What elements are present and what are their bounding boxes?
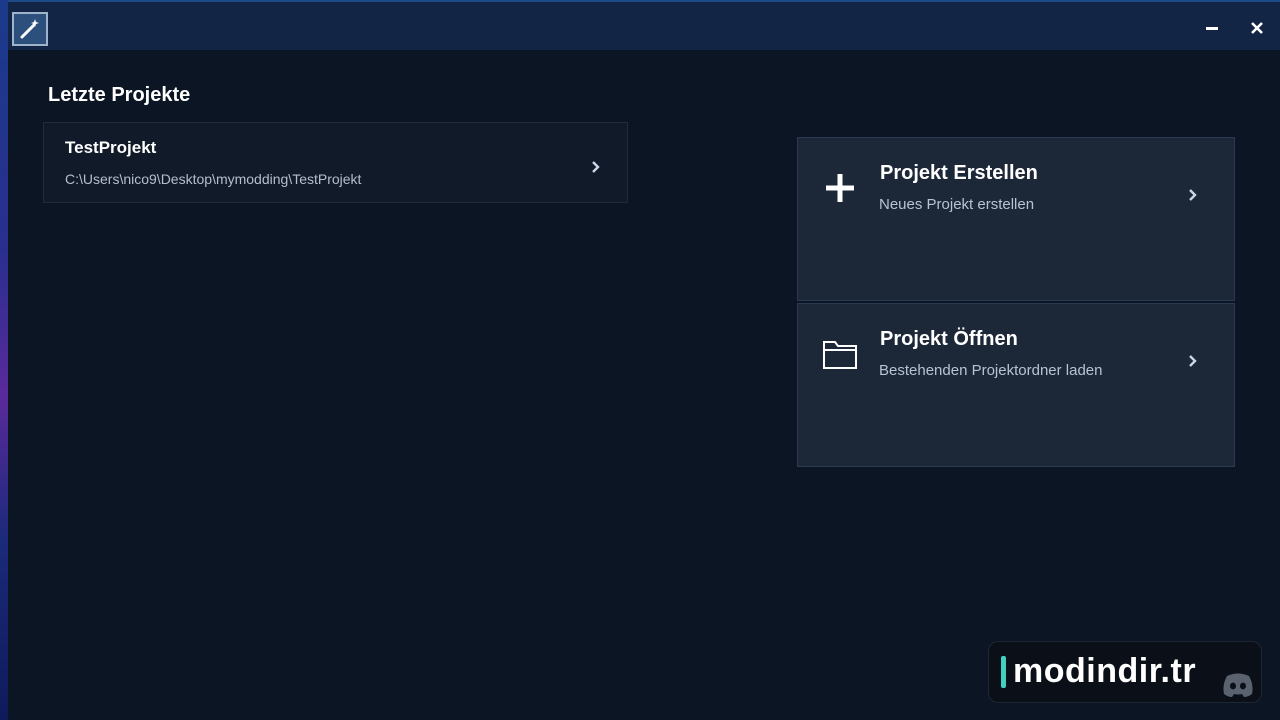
recent-project-name: TestProjekt — [65, 138, 157, 157]
desktop-background-edge — [0, 0, 8, 720]
create-project-subtitle: Neues Projekt erstellen — [879, 196, 1035, 213]
chevron-right-icon — [1186, 354, 1200, 368]
recent-projects-heading: Letzte Projekte — [48, 84, 191, 106]
recent-project-item[interactable]: TestProjekt C:\Users\nico9\Desktop\mymod… — [43, 122, 628, 203]
chevron-right-icon — [1186, 188, 1200, 202]
close-button[interactable] — [1242, 14, 1272, 42]
watermark-badge: modindir.tr — [988, 641, 1262, 703]
recent-project-path: C:\Users\nico9\Desktop\mymodding\TestPro… — [65, 171, 362, 187]
chevron-right-icon — [589, 160, 603, 174]
open-project-title: Projekt Öffnen — [880, 328, 1018, 350]
close-icon — [1251, 22, 1263, 34]
title-bar[interactable] — [8, 0, 1280, 50]
magic-wand-icon — [12, 12, 48, 46]
create-project-card[interactable]: Projekt Erstellen Neues Projekt erstelle… — [797, 137, 1235, 301]
watermark-text: modindir.tr — [1013, 652, 1197, 690]
folder-icon — [822, 336, 858, 372]
open-project-subtitle: Bestehenden Projektordner laden — [879, 362, 1103, 379]
project-launcher-window: Letzte Projekte TestProjekt C:\Users\nic… — [8, 0, 1280, 720]
open-project-card[interactable]: Projekt Öffnen Bestehenden Projektordner… — [797, 303, 1235, 467]
minimize-icon — [1206, 27, 1218, 30]
minimize-button[interactable] — [1197, 14, 1227, 42]
discord-icon — [1221, 672, 1255, 698]
watermark-accent-bar — [1001, 656, 1006, 688]
plus-icon — [822, 170, 858, 206]
create-project-title: Projekt Erstellen — [880, 162, 1038, 184]
